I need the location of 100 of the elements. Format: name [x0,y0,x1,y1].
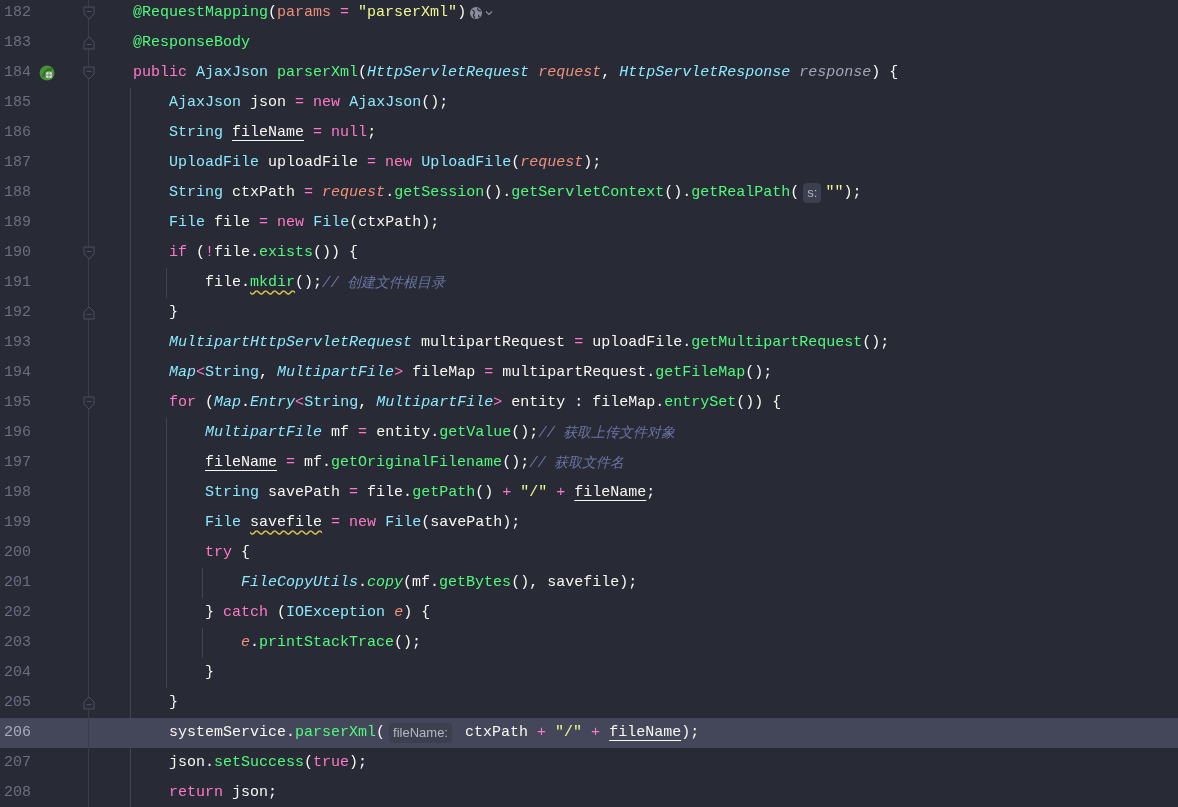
operator: + [502,482,512,503]
code-text: multipartRequest. [502,362,656,383]
code-text: ()) { [736,392,782,413]
code-text: (); [295,272,323,293]
code-text: ) [457,2,467,23]
fold-marker-icon[interactable] [83,246,95,260]
type-name: Map [214,392,242,413]
fold-marker-icon[interactable] [83,696,95,710]
line-number: 205 [3,692,31,713]
inlay-hint: s: [803,183,822,203]
globe-badge-icon[interactable] [39,65,55,81]
code-text: (); [745,362,773,383]
keyword: try [205,542,233,563]
line-number: 183 [3,32,31,53]
type-name: Map [169,362,197,383]
code-text: systemService. [169,722,296,743]
code-text: . [250,632,260,653]
operator: = [259,212,269,233]
inlay-hint: fileName: [389,723,452,743]
fold-marker-icon[interactable] [83,396,95,410]
parameter-name: response [799,62,872,83]
method-name: getSession [394,182,485,203]
method-name: parserXml [295,722,377,743]
code-text: , [259,362,269,383]
code-text: } [169,692,179,713]
line-number: 186 [3,122,31,143]
code-text: . [358,572,368,593]
type-name: IOException [286,602,386,623]
code-text: ; [646,482,656,503]
code-text: ); [681,722,700,743]
operator: = [313,122,323,143]
chevron-down-icon[interactable] [484,8,495,18]
keyword: true [313,752,350,773]
method-name: getServletContext [511,182,665,203]
string-literal: "parserXml" [358,2,458,23]
line-number: 188 [3,182,31,203]
fold-marker-icon[interactable] [83,6,95,20]
type-name: String [169,182,224,203]
method-name: entrySet [664,392,737,413]
code-text: } [205,662,215,683]
operator: = [358,422,368,443]
operator: = [286,452,296,473]
globe-icon[interactable] [469,6,484,20]
fold-marker-icon[interactable] [83,306,95,320]
operator: = [349,482,359,503]
type-name: File [205,512,242,533]
annotation: @ResponseBody [133,32,251,53]
code-text: ( [268,2,278,23]
code-text: file. [214,242,260,263]
code-text: json. [169,752,215,773]
code-text: ); [349,752,368,773]
keyword: for [169,392,197,413]
variable-name: fileName [205,452,278,473]
code-text: (mf. [403,572,440,593]
method-name: mkdir [250,272,296,293]
code-text: file. [205,272,251,293]
code-text: file [214,212,251,233]
type-name: AjaxJson [169,92,242,113]
line-number: 184 [3,62,31,83]
code-text: ( [358,62,368,83]
type-name: HttpServletResponse [619,62,791,83]
code-text: ( [511,152,521,173]
type-name: File [169,212,206,233]
line-number: 193 [3,332,31,353]
code-text: multipartRequest [421,332,566,353]
code-text: (); [511,422,539,443]
fold-marker-icon[interactable] [83,36,95,50]
fold-marker-icon[interactable] [83,66,95,80]
code-text: mf [331,422,350,443]
type-name: String [205,482,260,503]
line-number: 208 [3,782,31,803]
method-name: getFileMap [655,362,746,383]
method-name: getRealPath [691,182,791,203]
keyword: catch [223,602,269,623]
method-name: getBytes [439,572,512,593]
line-number: 203 [3,632,31,653]
type-name: FileCopyUtils [241,572,359,593]
type-name: MultipartFile [376,392,494,413]
keyword: return [169,782,224,803]
code-text: json [250,92,287,113]
method-name: getPath [412,482,476,503]
line-number: 206 [3,722,31,743]
code-text: (); [421,92,449,113]
operator: = [331,512,341,533]
code-text: ; [367,122,377,143]
method-name: printStackTrace [259,632,395,653]
type-name: MultipartFile [277,362,395,383]
code-text: () [475,482,494,503]
operator: < [196,362,206,383]
operator: > [394,362,404,383]
code-text: ); [583,152,602,173]
type-name: File [313,212,350,233]
line-number: 192 [3,302,31,323]
line-number: 198 [3,482,31,503]
operator: < [295,392,305,413]
code-text: } [169,302,179,323]
type-name: Entry [250,392,296,413]
operator: = [484,362,494,383]
code-text: (); [502,452,530,473]
keyword: public [133,62,187,83]
